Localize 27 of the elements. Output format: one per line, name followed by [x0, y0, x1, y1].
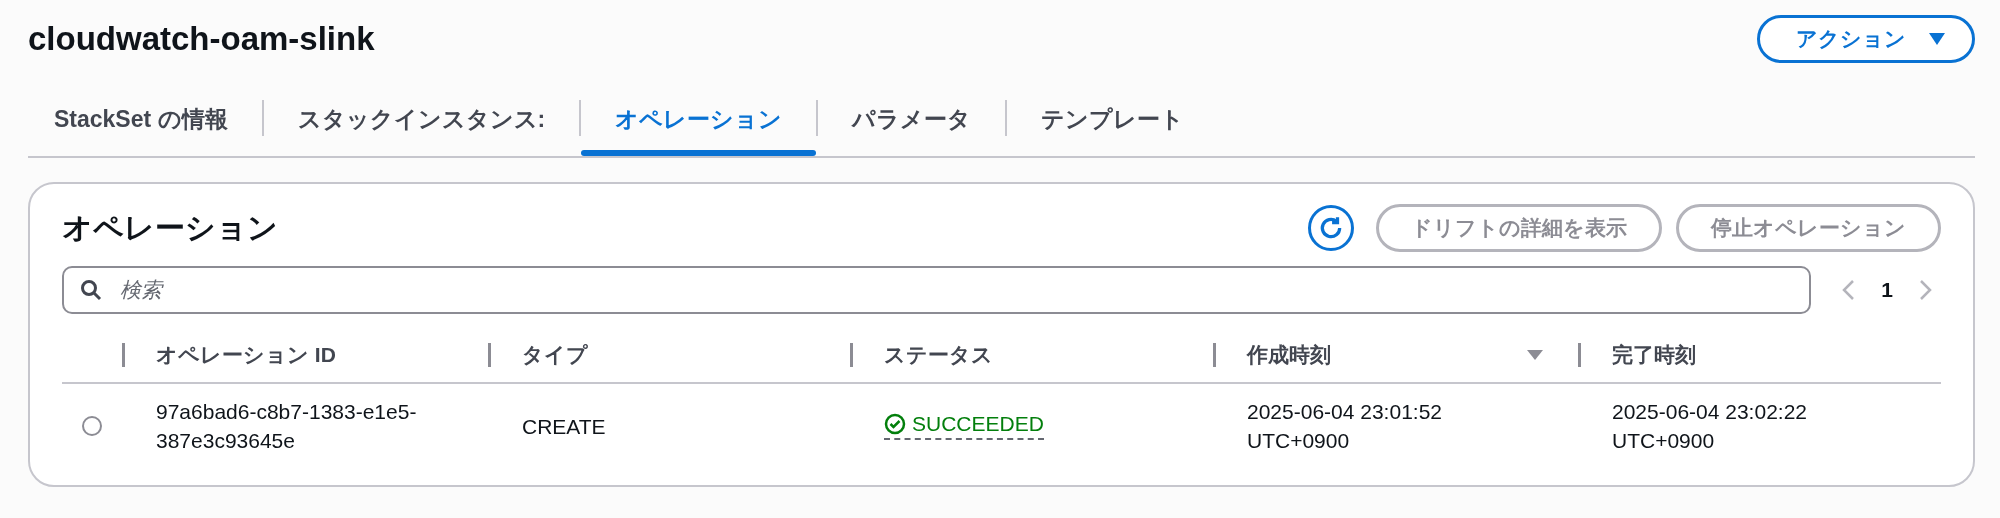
sort-descending-icon[interactable]: [1526, 349, 1544, 361]
tab[interactable]: StackSet の情報: [28, 82, 262, 156]
search-field[interactable]: 検索: [62, 266, 1812, 314]
search-icon: [80, 279, 102, 301]
row-radio[interactable]: [82, 416, 102, 436]
actions-button[interactable]: アクション: [1757, 15, 1975, 63]
refresh-button[interactable]: [1308, 205, 1354, 251]
tab[interactable]: スタックインスタンス:: [263, 82, 580, 156]
column-header[interactable]: タイプ: [522, 341, 588, 369]
page-number[interactable]: 1: [1881, 278, 1893, 302]
table-cell-text: CREATE: [521, 413, 607, 440]
tab[interactable]: オペレーション: [581, 82, 817, 156]
column-header[interactable]: ステータス: [884, 341, 993, 369]
refresh-icon: [1318, 215, 1344, 241]
page-title: cloudwatch-oam-slink: [28, 20, 375, 58]
panel-title: オペレーション: [62, 209, 278, 246]
table-cell-text: 97a6bad6-c8b7-1383-e1e5-387e3c93645e: [155, 399, 418, 454]
check-circle-icon: [884, 413, 906, 435]
column-header[interactable]: オペレーション ID: [156, 341, 336, 369]
status-label: SUCCEEDED: [884, 412, 1044, 440]
column-header[interactable]: 作成時刻: [1247, 341, 1331, 369]
table-cell-text: 2025-06-04 23:01:52 UTC+0900: [1246, 399, 1443, 454]
table-cell-text: 2025-06-04 23:02:22 UTC+0900: [1611, 399, 1808, 454]
tab[interactable]: テンプレート: [1007, 82, 1219, 156]
column-header[interactable]: 完了時刻: [1612, 341, 1696, 369]
tab[interactable]: パラメータ: [818, 82, 1006, 156]
caret-icon: [1928, 32, 1946, 46]
